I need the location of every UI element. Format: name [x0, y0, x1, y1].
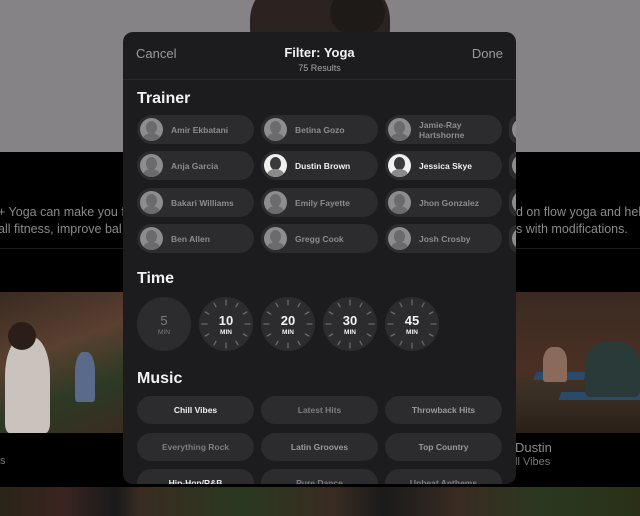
card-caption-right: Dustin ll Vibes	[515, 433, 640, 487]
trainer-avatar	[388, 191, 411, 214]
trainer-avatar	[264, 227, 287, 250]
trainer-avatar	[388, 118, 411, 141]
card-trainer-right: Dustin	[515, 440, 552, 455]
time-value: 30	[342, 313, 358, 328]
filter-modal: Cancel Filter: Yoga 75 Results Done Trai…	[123, 32, 516, 484]
time-option-30[interactable]: 30 MIN	[323, 297, 377, 351]
music-pill[interactable]: Everything Rock	[137, 433, 254, 461]
trainer-avatar	[512, 191, 516, 214]
trainer-avatar	[512, 154, 516, 177]
workout-card-right[interactable]	[515, 292, 640, 433]
background-figure	[75, 352, 95, 402]
description-left-line-1: + Yoga can make you f	[0, 205, 125, 219]
trainer-name: Amir Ekbatani	[171, 124, 229, 135]
time-value: 10	[218, 313, 234, 328]
background-figure	[543, 347, 567, 382]
trainer-pill[interactable]: Emily Fayette	[261, 188, 378, 217]
workout-thumbnails-row	[0, 487, 640, 516]
trainer-head	[8, 322, 36, 350]
trainer-figure	[585, 342, 640, 397]
card-music-right: ll Vibes	[515, 456, 551, 468]
trainer-name: Jamie-Ray Hartshorne	[419, 119, 465, 140]
trainer-avatar	[512, 227, 516, 250]
description-left-line-2: all fitness, improve bal	[0, 222, 122, 236]
trainer-name: Dustin Brown	[295, 160, 351, 171]
trainer-name: Bakari Williams	[171, 197, 234, 208]
music-section-title: Music	[137, 370, 183, 387]
trainer-name: Emily Fayette	[295, 197, 350, 208]
trainer-figure	[5, 337, 50, 433]
workout-card-left[interactable]	[0, 292, 124, 433]
time-option-45[interactable]: 45 MIN	[385, 297, 439, 351]
music-pill[interactable]: Latest Hits	[261, 396, 378, 424]
description-right-line-2: s with modifications.	[516, 222, 628, 236]
music-pill[interactable]: Latin Grooves	[261, 433, 378, 461]
trainer-pill-offscreen[interactable]	[509, 151, 516, 180]
trainer-avatar	[264, 118, 287, 141]
trainer-avatar	[140, 154, 163, 177]
time-option-5[interactable]: 5 MIN	[137, 297, 191, 351]
trainer-avatar	[140, 191, 163, 214]
trainer-pill[interactable]: Jamie-Ray Hartshorne	[385, 115, 502, 144]
card-caption-left: s	[0, 433, 124, 487]
hero-person-head	[330, 0, 385, 35]
trainer-name: Josh Crosby	[419, 233, 471, 244]
trainer-pill[interactable]: Anja Garcia	[137, 151, 254, 180]
card-music-left: s	[0, 455, 6, 467]
time-option-20[interactable]: 20 MIN	[261, 297, 315, 351]
trainer-pill[interactable]: Bakari Williams	[137, 188, 254, 217]
done-button[interactable]: Done	[472, 46, 503, 61]
music-pill[interactable]: Throwback Hits	[385, 396, 502, 424]
trainer-avatar	[140, 118, 163, 141]
description-right-line-1: d on flow yoga and help	[516, 205, 640, 219]
trainer-avatar	[264, 191, 287, 214]
trainer-avatar	[264, 154, 287, 177]
trainer-section-title: Trainer	[137, 90, 191, 107]
trainer-pill[interactable]: Josh Crosby	[385, 224, 502, 253]
trainer-pill[interactable]: Betina Gozo	[261, 115, 378, 144]
time-unit: MIN	[406, 329, 418, 336]
time-unit: MIN	[282, 329, 294, 336]
trainer-pill[interactable]: Amir Ekbatani	[137, 115, 254, 144]
time-value: 20	[280, 313, 296, 328]
modal-header: Cancel Filter: Yoga 75 Results Done	[123, 32, 516, 80]
trainer-name: Jhon Gonzalez	[419, 197, 479, 208]
time-unit: MIN	[158, 329, 170, 336]
trainer-pill-offscreen[interactable]	[509, 224, 516, 253]
time-value: 45	[404, 313, 420, 328]
trainer-avatar	[388, 227, 411, 250]
trainer-name: Betina Gozo	[295, 124, 345, 135]
time-section-title: Time	[137, 270, 175, 287]
time-value: 5	[160, 313, 168, 328]
music-pill[interactable]: Pure Dance	[261, 469, 378, 484]
trainer-name: Anja Garcia	[171, 160, 219, 171]
music-pill[interactable]: Hip-Hop/R&B	[137, 469, 254, 484]
trainer-name: Jessica Skye	[419, 160, 472, 171]
time-unit: MIN	[344, 329, 356, 336]
trainer-pill-offscreen[interactable]	[509, 188, 516, 217]
modal-title: Filter: Yoga	[284, 45, 355, 60]
music-pill[interactable]: Chill Vibes	[137, 396, 254, 424]
trainer-pill[interactable]: Ben Allen	[137, 224, 254, 253]
trainer-pill[interactable]: Gregg Cook	[261, 224, 378, 253]
trainer-avatar	[388, 154, 411, 177]
trainer-avatar	[140, 227, 163, 250]
time-option-10[interactable]: 10 MIN	[199, 297, 253, 351]
trainer-pill-offscreen[interactable]	[509, 115, 516, 144]
trainer-name: Ben Allen	[171, 233, 210, 244]
time-unit: MIN	[220, 329, 232, 336]
results-count: 75 Results	[298, 63, 341, 73]
trainer-name: Gregg Cook	[295, 233, 344, 244]
music-pill[interactable]: Upbeat Anthems	[385, 469, 502, 484]
music-pill[interactable]: Top Country	[385, 433, 502, 461]
trainer-pill[interactable]: Jhon Gonzalez	[385, 188, 502, 217]
trainer-pill[interactable]: Dustin Brown	[261, 151, 378, 180]
trainer-avatar	[512, 118, 516, 141]
trainer-pill[interactable]: Jessica Skye	[385, 151, 502, 180]
